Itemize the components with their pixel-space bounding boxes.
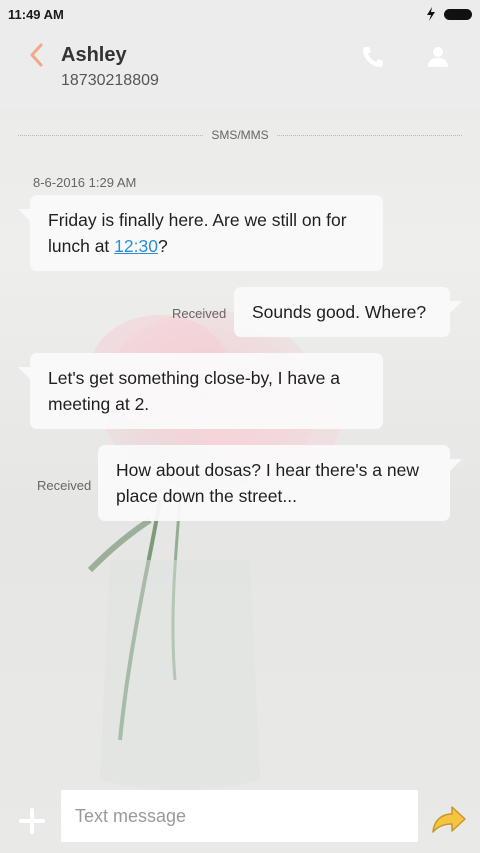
divider-line [276,134,462,136]
charging-icon [427,7,435,21]
outgoing-message-bubble[interactable]: How about dosas? I hear there's a new pl… [98,445,462,521]
message-status: Received [172,306,227,321]
divider-line [18,134,204,136]
compose-bar [0,780,480,853]
back-button[interactable] [26,42,48,68]
status-icons [426,7,472,21]
incoming-message-bubble[interactable]: Let's get something close-by, I have a m… [18,353,383,429]
message-text: Friday is finally here. Are we still on … [48,210,347,256]
incoming-message-bubble[interactable]: Friday is finally here. Are we still on … [18,195,383,271]
time-link[interactable]: 12:30 [114,236,158,256]
channel-divider: SMS/MMS [18,126,462,144]
message-text: Sounds good. Where? [252,302,427,322]
outgoing-message-bubble[interactable]: Sounds good. Where? [234,287,462,337]
message-status: Received [37,478,92,493]
conversation-header: Ashley 18730218809 [0,28,480,108]
contact-name: Ashley [61,44,127,66]
message-text-end: ? [157,236,168,256]
message-timestamp: 8-6-2016 1:29 AM [33,175,137,190]
message-text: How about dosas? I hear there's a new pl… [116,460,419,506]
send-button[interactable] [430,804,468,836]
contact-profile-button[interactable] [425,44,451,70]
phone-call-button[interactable] [360,44,386,70]
message-text: Let's get something close-by, I have a m… [48,368,340,414]
contact-number: 18730218809 [61,72,159,89]
status-time: 11:49 AM [8,6,64,22]
battery-icon [444,8,472,20]
status-bar: 11:49 AM [0,0,480,28]
message-input[interactable] [61,790,418,842]
channel-label: SMS/MMS [211,128,269,142]
add-attachment-button[interactable] [18,807,46,835]
